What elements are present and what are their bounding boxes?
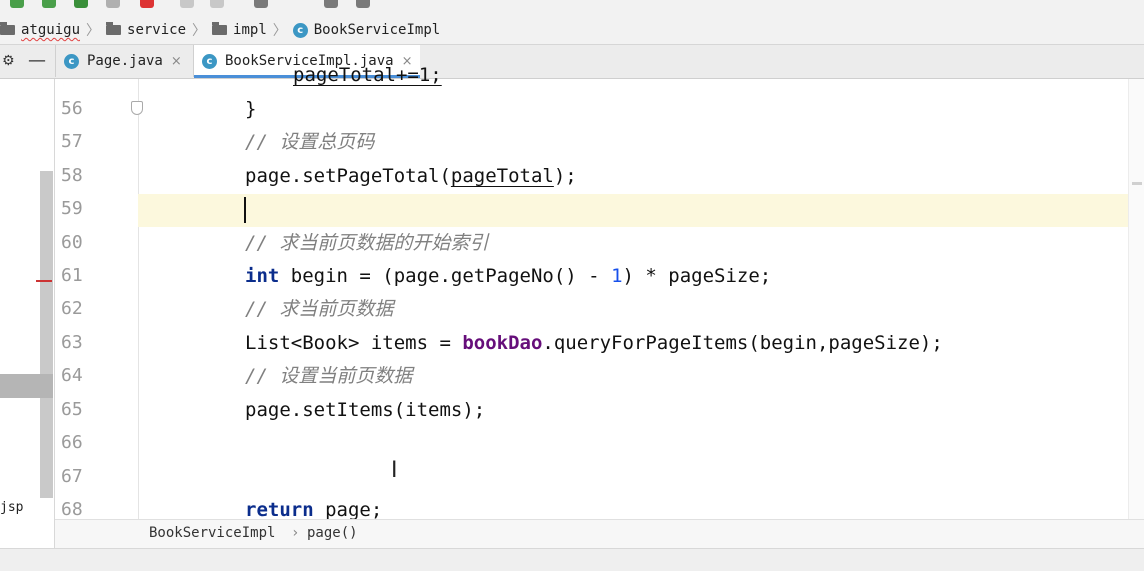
main-toolbar [0, 0, 1144, 16]
folder-icon [0, 22, 15, 35]
code-text: ); [553, 165, 577, 187]
folder-icon [212, 22, 228, 35]
code-text: pageTotal+=1; [293, 64, 442, 86]
coverage-icon[interactable] [74, 0, 88, 8]
tab-page-java[interactable]: c Page.java × [55, 45, 190, 77]
project-panel: jsp [0, 79, 55, 548]
code-line[interactable]: int begin = (page.getPageNo() - 1) * pag… [245, 265, 771, 287]
debug-icon[interactable] [42, 0, 56, 8]
code-number: 1 [611, 265, 623, 287]
wrench-icon[interactable] [254, 0, 268, 8]
gear-icon[interactable]: ⚙ [2, 53, 15, 69]
breadcrumb-separator: 〉 [272, 23, 287, 39]
code-comment[interactable]: // 设置当前页数据 [245, 365, 412, 387]
class-icon: c [64, 53, 79, 69]
line-number: 63 [61, 332, 83, 353]
code-line[interactable]: page.setItems(items); [245, 399, 485, 421]
breadcrumb-label: service [127, 22, 187, 38]
line-number: 66 [61, 432, 83, 453]
breadcrumb-item-bookserviceimpl[interactable]: c BookServiceImpl [292, 22, 441, 38]
text-caret [244, 197, 246, 223]
code-comment[interactable]: // 求当前页数据的开始索引 [245, 232, 488, 254]
code-keyword: return [245, 499, 314, 521]
editor-scrollbar[interactable] [1128, 79, 1144, 519]
fold-marker-icon[interactable] [131, 101, 143, 115]
minimize-icon[interactable]: — [28, 50, 46, 71]
project-selected-row[interactable] [0, 374, 53, 398]
line-number: 68 [61, 499, 83, 520]
editor-breadcrumb-class[interactable]: BookServiceImpl [149, 525, 275, 541]
build-icon[interactable] [180, 0, 194, 8]
project-panel-scrollbar[interactable] [40, 171, 53, 498]
line-number: 59 [61, 198, 83, 219]
line-number: 58 [61, 165, 83, 186]
error-marker [36, 280, 52, 282]
code-line[interactable]: pageTotal+=1; [293, 64, 442, 86]
text-cursor-icon: I [391, 458, 398, 483]
stop-icon[interactable] [140, 0, 154, 8]
close-icon[interactable]: × [171, 54, 182, 69]
structure-icon[interactable] [324, 0, 338, 8]
code-line[interactable]: List<Book> items = bookDao.queryForPageI… [245, 332, 943, 354]
breadcrumb-item-impl[interactable]: impl [212, 22, 267, 38]
code-field: bookDao [462, 332, 543, 354]
line-number: 64 [61, 365, 83, 386]
class-icon: c [202, 53, 217, 69]
code-line[interactable]: return page; [245, 499, 382, 521]
breadcrumb-separator: 〉 [86, 23, 101, 39]
line-number: 67 [61, 466, 83, 487]
current-line-highlight [138, 194, 1144, 227]
search-icon[interactable] [356, 0, 370, 8]
line-number: 61 [61, 265, 83, 286]
breadcrumb-item-service[interactable]: service [106, 22, 186, 38]
folder-icon [106, 22, 122, 35]
update-icon[interactable] [210, 0, 224, 8]
class-icon: c [292, 22, 308, 38]
line-number: 60 [61, 232, 83, 253]
breadcrumb-label: atguigu [21, 22, 81, 38]
line-number: 57 [61, 131, 83, 152]
code-line[interactable]: } [245, 98, 256, 120]
editor-breadcrumb: BookServiceImpl › page() [55, 519, 1144, 548]
line-number: 65 [61, 399, 83, 420]
editor-breadcrumb-method[interactable]: page() [307, 525, 358, 541]
breadcrumb-label: impl [233, 22, 267, 38]
code-text: page.setPageTotal( [245, 165, 451, 187]
line-number: 56 [61, 98, 83, 119]
scrollbar-marker [1132, 182, 1142, 185]
navigation-breadcrumb: atguigu 〉 service 〉 impl 〉 c BookService… [0, 16, 1144, 45]
breadcrumb-item-atguigu[interactable]: atguigu [0, 22, 80, 38]
profile-icon[interactable] [106, 0, 120, 8]
line-number: 62 [61, 298, 83, 319]
run-icon[interactable] [10, 0, 24, 8]
breadcrumb-label: BookServiceImpl [313, 22, 441, 38]
code-text: pageTotal [450, 165, 554, 187]
status-bar [0, 548, 1144, 571]
breadcrumb-separator: 〉 [192, 23, 207, 39]
code-comment[interactable]: // 求当前页数据 [245, 298, 393, 320]
code-line[interactable]: page.setPageTotal(pageTotal); [245, 165, 577, 187]
code-comment[interactable]: // 设置总页码 [245, 131, 374, 153]
editor-breadcrumb-separator: › [291, 525, 300, 541]
editor-tab-bar: ⚙ — c Page.java × c BookServiceImpl.java… [0, 45, 1144, 79]
project-item-jsp[interactable]: jsp [0, 500, 23, 515]
tab-label: Page.java [87, 53, 163, 69]
code-keyword: int [245, 265, 280, 287]
